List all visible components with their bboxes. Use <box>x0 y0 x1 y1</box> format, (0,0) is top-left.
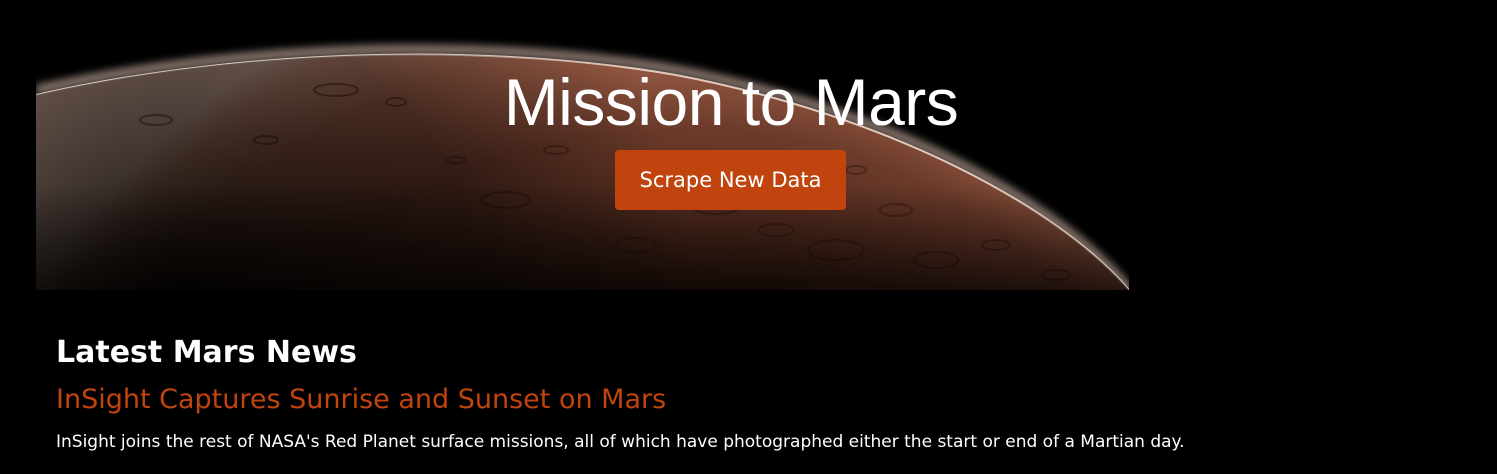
hero-title-container: Mission to Mars <box>441 64 1021 140</box>
scrape-new-data-button[interactable]: Scrape New Data <box>615 150 846 210</box>
news-teaser: InSight joins the rest of NASA's Red Pla… <box>56 432 1185 452</box>
mars-horizon-image <box>36 0 1129 290</box>
page-title: Mission to Mars <box>503 65 959 139</box>
page: Mission to Mars Scrape New Data Latest M… <box>0 0 1497 474</box>
latest-news-section: Latest Mars News InSight Captures Sunris… <box>56 332 1456 454</box>
news-section-heading: Latest Mars News <box>56 335 357 370</box>
hero-banner <box>36 0 1129 290</box>
news-title-link[interactable]: InSight Captures Sunrise and Sunset on M… <box>56 382 1456 418</box>
